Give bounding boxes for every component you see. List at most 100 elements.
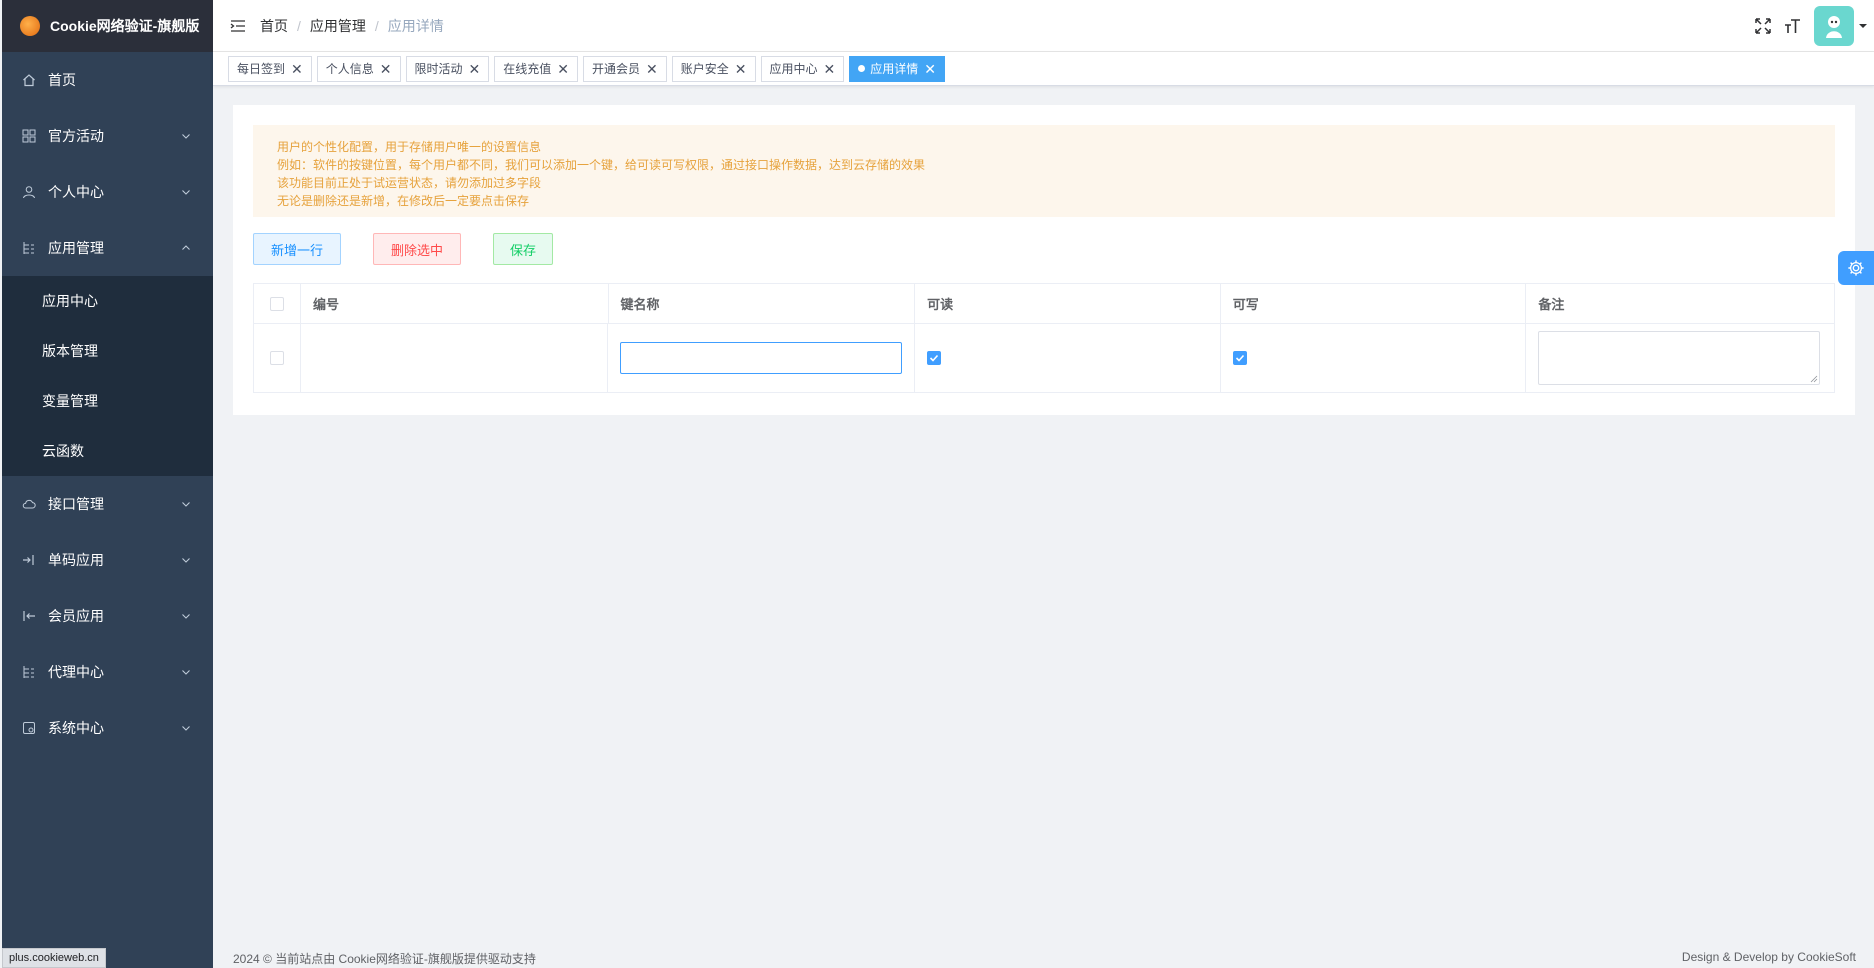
header-select-cell [254, 284, 301, 323]
remark-textarea[interactable] [1538, 331, 1821, 385]
breadcrumb-home[interactable]: 首页 [260, 16, 288, 36]
chevron-down-icon [182, 670, 190, 675]
row-writable-cell [1221, 324, 1527, 392]
footer-credit: Design & Develop by CookieSoft [1681, 950, 1856, 964]
close-icon[interactable]: ✕ [291, 62, 303, 76]
tab-personal-info[interactable]: 个人信息 ✕ [316, 55, 401, 82]
close-icon[interactable]: ✕ [469, 62, 481, 76]
breadcrumb-separator: / [297, 17, 301, 34]
sidebar-item-activities[interactable]: 官方活动 [2, 108, 213, 164]
save-button[interactable]: 保存 [493, 233, 553, 265]
sidebar-item-version-management[interactable]: 版本管理 [2, 326, 213, 376]
sidebar-item-label: 系统中心 [48, 720, 104, 736]
breadcrumb: 首页 / 应用管理 / 应用详情 [260, 16, 444, 36]
tab-label: 开通会员 [592, 62, 641, 76]
tab-app-details[interactable]: 应用详情 ✕ [849, 55, 945, 82]
row-key-name-cell [608, 324, 916, 392]
sidebar-item-label: 代理中心 [48, 664, 104, 680]
delete-selected-button[interactable]: 删除选中 [373, 233, 461, 265]
alert-line: 用户的个性化配置，用于存储用户唯一的设置信息 [277, 140, 542, 154]
fullscreen-icon[interactable] [1754, 17, 1772, 35]
font-size-icon[interactable] [1784, 17, 1802, 35]
resize-grip-icon[interactable] [1810, 375, 1818, 383]
close-icon[interactable]: ✕ [646, 62, 658, 76]
sidebar: Cookie网络验证-旗舰版 首页 官方活动 个人中心 应用管理 应用中心 版本… [2, 0, 213, 968]
logo-bar[interactable]: Cookie网络验证-旗舰版 [2, 0, 213, 52]
header-actions [1754, 0, 1874, 52]
hamburger-icon[interactable] [230, 19, 246, 33]
tab-app-center[interactable]: 应用中心 ✕ [760, 55, 845, 82]
row-readable-cell [915, 324, 1221, 392]
tab-limited-activity[interactable]: 限时活动 ✕ [405, 55, 490, 82]
sidebar-item-label: 单码应用 [48, 552, 104, 568]
caret-down-icon[interactable] [1858, 21, 1868, 31]
avatar-icon[interactable] [1814, 6, 1854, 46]
header-key-name: 键名称 [609, 284, 916, 323]
main-card: 用户的个性化配置，用于存储用户唯一的设置信息 例如：软件的按键位置，每个用户都不… [233, 105, 1855, 415]
sidebar-item-app-management[interactable]: 应用管理 [2, 220, 213, 276]
tab-account-security[interactable]: 账户安全 ✕ [671, 55, 756, 82]
chevron-down-icon [182, 134, 190, 139]
grid-icon [22, 129, 36, 143]
tab-open-membership[interactable]: 开通会员 ✕ [583, 55, 667, 82]
sidebar-item-profile[interactable]: 个人中心 [2, 164, 213, 220]
monitor-icon [22, 721, 36, 735]
login-icon [22, 553, 36, 567]
sidebar-item-label: 官方活动 [48, 128, 104, 144]
sidebar-item-agent-center[interactable]: 代理中心 [2, 644, 213, 700]
table-row [254, 324, 1834, 392]
sidebar-item-home[interactable]: 首页 [2, 52, 213, 108]
sidebar-item-system-center[interactable]: 系统中心 [2, 700, 213, 756]
chevron-up-icon [182, 245, 190, 250]
tab-online-recharge[interactable]: 在线充值 ✕ [494, 55, 578, 82]
chevron-down-icon [182, 190, 190, 195]
sidebar-item-single-code-app[interactable]: 单码应用 [2, 532, 213, 588]
home-icon [22, 73, 36, 87]
close-icon[interactable]: ✕ [824, 62, 836, 76]
alert-line: 例如：软件的按键位置，每个用户都不同，我们可以添加一个键，给可读可写权限，通过接… [277, 158, 926, 172]
sidebar-item-app-center[interactable]: 应用中心 [2, 276, 213, 326]
tab-label: 应用详情 [870, 62, 919, 76]
close-icon[interactable]: ✕ [735, 62, 747, 76]
sidebar-item-variable-management[interactable]: 变量管理 [2, 376, 213, 426]
tab-label: 限时活动 [414, 62, 463, 76]
sidebar-item-label: 个人中心 [48, 184, 104, 200]
chevron-down-icon [182, 614, 190, 619]
tags-view: 每日签到 ✕ 个人信息 ✕ 限时活动 ✕ 在线充值 ✕ 开通会员 ✕ 账户安全 ✕ 应用中心… [213, 52, 1874, 86]
header-remark: 备注 [1538, 297, 1565, 312]
select-all-checkbox[interactable] [269, 296, 284, 311]
add-row-button[interactable]: 新增一行 [253, 233, 341, 265]
close-icon[interactable]: ✕ [380, 62, 392, 76]
tab-label: 账户安全 [680, 62, 729, 76]
footer-copyright: 2024 © 当前站点由 Cookie网络验证-旗舰版提供驱动支持 [233, 952, 536, 966]
app-management-submenu: 应用中心 版本管理 变量管理 云函数 [2, 276, 213, 476]
breadcrumb-app-management[interactable]: 应用管理 [310, 16, 366, 36]
breadcrumb-separator: / [374, 17, 379, 34]
tab-label: 应用中心 [769, 62, 818, 76]
writable-checkbox[interactable] [1232, 351, 1247, 365]
readable-checkbox[interactable] [927, 351, 942, 365]
sidebar-item-label: 应用管理 [48, 240, 104, 256]
tab-daily-sign-in[interactable]: 每日签到 ✕ [228, 55, 312, 82]
header-writable: 可写 [1221, 284, 1527, 323]
sidebar-item-label: 会员应用 [48, 608, 104, 624]
cloud-icon [22, 497, 36, 511]
close-icon[interactable]: ✕ [557, 62, 569, 76]
navbar: 首页 / 应用管理 / 应用详情 [213, 0, 1874, 52]
active-dot-icon [858, 65, 866, 72]
settings-button[interactable] [1838, 251, 1874, 285]
tree-icon [22, 241, 36, 255]
sidebar-item-cloud-functions[interactable]: 云函数 [2, 426, 213, 476]
row-remark-cell [1526, 324, 1834, 392]
status-bar-url: plus.cookieweb.cn [2, 948, 106, 968]
sidebar-item-api-management[interactable]: 接口管理 [2, 476, 213, 532]
breadcrumb-current: 应用详情 [387, 17, 444, 34]
tab-label: 在线充值 [503, 62, 552, 76]
row-select-checkbox[interactable] [269, 351, 284, 365]
sidebar-item-member-app[interactable]: 会员应用 [2, 588, 213, 644]
chevron-down-icon [182, 726, 190, 731]
close-icon[interactable]: ✕ [924, 62, 936, 76]
checkmark-icon [1235, 354, 1245, 362]
key-name-input[interactable] [620, 342, 903, 374]
alert-line: 无论是删除还是新增，在修改后一定要点击保存 [277, 194, 530, 208]
